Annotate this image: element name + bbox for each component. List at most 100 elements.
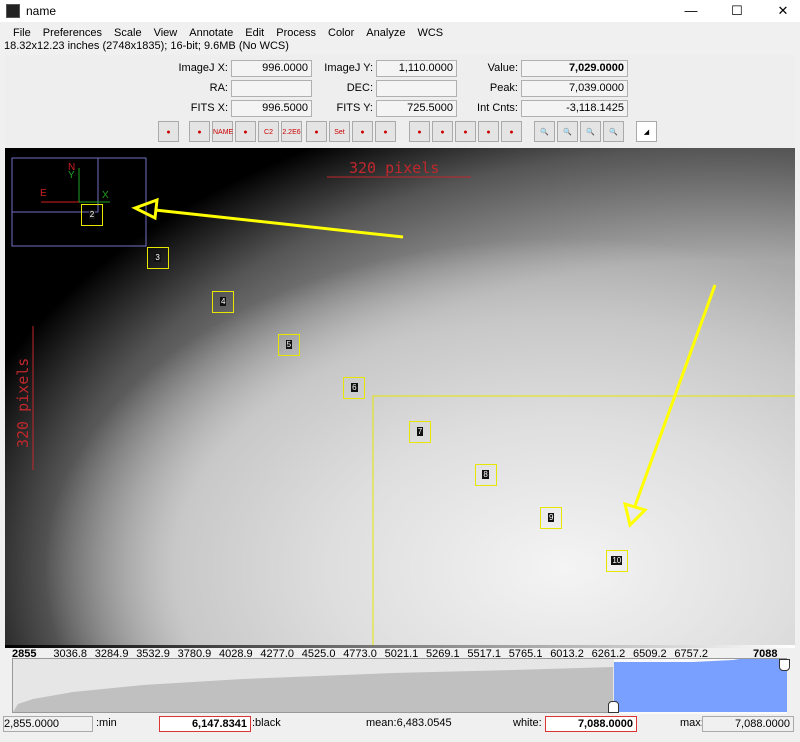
- zoom-in-button[interactable]: 🔍: [534, 121, 555, 142]
- histogram-selected-bars: [614, 659, 787, 712]
- value-label: Value:: [487, 62, 518, 74]
- imagej-y-label: ImageJ Y:: [324, 62, 373, 74]
- zoom-out-button[interactable]: 🔍: [580, 121, 601, 142]
- aperture-marker[interactable]: 4: [212, 290, 235, 313]
- aperture-number: 2: [88, 210, 96, 219]
- int-cnts-field: -3,118.1425: [521, 100, 628, 117]
- zoom-fit-button[interactable]: 🔍: [603, 121, 624, 142]
- dec-label: DEC:: [346, 82, 373, 94]
- max-label: max:: [680, 717, 704, 729]
- arrow-2-head: [622, 501, 648, 528]
- minimize-button[interactable]: —: [668, 0, 714, 22]
- compass-y: Y: [68, 170, 75, 181]
- max-field: 7,088.0000: [702, 716, 794, 732]
- peak-label: Peak:: [489, 82, 518, 94]
- clear-overlay-button[interactable]: ●: [158, 121, 179, 142]
- invert-colors-button[interactable]: ●: [189, 121, 210, 142]
- int-cnts-label: Int Cnts:: [477, 102, 518, 114]
- title-bar: name — ☐ ✕: [0, 0, 800, 22]
- aperture-icon: ●: [243, 129, 248, 136]
- invert-colors-icon: ●: [197, 129, 202, 136]
- show-names-icon: NAME: [213, 129, 234, 136]
- aperture-number: 10: [611, 556, 623, 566]
- histogram-bars: [13, 667, 613, 712]
- clear-overlay-icon: ●: [166, 129, 171, 136]
- black-field[interactable]: 6,147.8341: [159, 716, 251, 732]
- aperture-marker[interactable]: 6: [343, 377, 366, 400]
- app-icon: [6, 4, 20, 18]
- aperture-number: 5: [285, 339, 293, 349]
- aperture-marker[interactable]: 9: [540, 507, 563, 530]
- filter-icon: ●: [463, 129, 468, 136]
- overlay: N Y X E 320 pixels 320 pixels: [11, 157, 795, 648]
- edit-aperture-button[interactable]: ●: [352, 121, 373, 142]
- maximize-button[interactable]: ☐: [714, 0, 760, 22]
- aperture-marker[interactable]: 8: [474, 463, 497, 486]
- centroid-2-2e6-icon: 2.2E6: [282, 129, 301, 136]
- aperture-marker[interactable]: 7: [409, 420, 431, 443]
- broom-icon: ●: [417, 129, 422, 136]
- centroid-2-2e6-button[interactable]: 2.2E6: [281, 121, 302, 142]
- contrast-button[interactable]: ◢: [636, 121, 657, 142]
- ra-label: RA:: [209, 82, 228, 94]
- centroid-c2-button[interactable]: C2: [258, 121, 279, 142]
- black-label: :black: [252, 717, 281, 729]
- image-info: 18.32x12.23 inches (2748x1835); 16-bit; …: [4, 40, 289, 52]
- crosshair-button[interactable]: ●: [478, 121, 499, 142]
- aperture-button[interactable]: ●: [235, 121, 256, 142]
- arrow-1: [154, 208, 404, 239]
- aperture-number: 4: [219, 296, 227, 306]
- aperture-marker[interactable]: 2: [81, 204, 103, 226]
- imagej-x-label: ImageJ X:: [178, 62, 228, 74]
- astrometry-icon: ●: [440, 129, 445, 136]
- astrometry-button[interactable]: ●: [432, 121, 453, 142]
- white-field[interactable]: 7,088.0000: [545, 716, 637, 732]
- crosshair-icon: ●: [486, 129, 491, 136]
- show-names-button[interactable]: NAME: [212, 121, 233, 142]
- menu-color[interactable]: Color: [322, 24, 360, 42]
- zoom-fit-icon: 🔍: [609, 129, 618, 136]
- aperture-marker[interactable]: 5: [277, 333, 300, 356]
- filter-button[interactable]: ●: [455, 121, 476, 142]
- zoom-out-icon: 🔍: [586, 129, 595, 136]
- white-label: white:: [513, 717, 542, 729]
- multi-aperture-button[interactable]: ●: [306, 121, 327, 142]
- menu-analyze[interactable]: Analyze: [360, 24, 411, 42]
- edit-aperture-icon: ●: [360, 129, 365, 136]
- scale-label-h: 320 pixels: [349, 159, 439, 177]
- min-field[interactable]: 2,855.0000: [3, 716, 93, 732]
- close-button[interactable]: ✕: [760, 0, 800, 22]
- menu-wcs[interactable]: WCS: [411, 24, 449, 42]
- aperture-number: 9: [547, 513, 555, 523]
- aperture-number: 8: [482, 469, 489, 479]
- selection-rectangle[interactable]: [372, 395, 795, 648]
- white-slider-handle[interactable]: [779, 659, 790, 671]
- aperture-marker[interactable]: 3: [146, 247, 169, 270]
- aperture-marker[interactable]: 10: [605, 550, 628, 573]
- centroid-c2-icon: C2: [264, 129, 273, 136]
- aperture-number: 6: [351, 383, 358, 393]
- fits-y-label: FITS Y:: [336, 102, 373, 114]
- broom-button[interactable]: ●: [409, 121, 430, 142]
- table-icon: ●: [509, 129, 514, 136]
- aperture-number: 7: [416, 426, 424, 436]
- aperture-number: 3: [154, 253, 161, 263]
- black-slider-handle[interactable]: [608, 701, 619, 713]
- peak-field: 7,039.0000: [521, 80, 628, 97]
- zoom-in-small-icon: 🔍: [563, 129, 572, 136]
- mean-readout: mean:6,483.0545: [366, 717, 452, 729]
- set-aperture-button[interactable]: Set: [329, 121, 350, 142]
- image-canvas[interactable]: N Y X E 320 pixels 320 pixels 2 3 4 5 6 7 8 9 10: [5, 148, 795, 648]
- multi-aperture-icon: ●: [314, 129, 319, 136]
- window-title: name: [26, 4, 57, 18]
- table-button[interactable]: ●: [501, 121, 522, 142]
- histogram[interactable]: [12, 658, 790, 714]
- value-field: 7,029.0000: [521, 60, 628, 77]
- zoom-in-small-button[interactable]: 🔍: [557, 121, 578, 142]
- zoom-in-icon: 🔍: [540, 129, 549, 136]
- compass-x: X: [102, 190, 109, 201]
- compass-e: E: [40, 188, 47, 199]
- fits-x-label: FITS X:: [190, 102, 228, 114]
- clear-apertures-icon: ●: [383, 129, 388, 136]
- clear-apertures-button[interactable]: ●: [375, 121, 396, 142]
